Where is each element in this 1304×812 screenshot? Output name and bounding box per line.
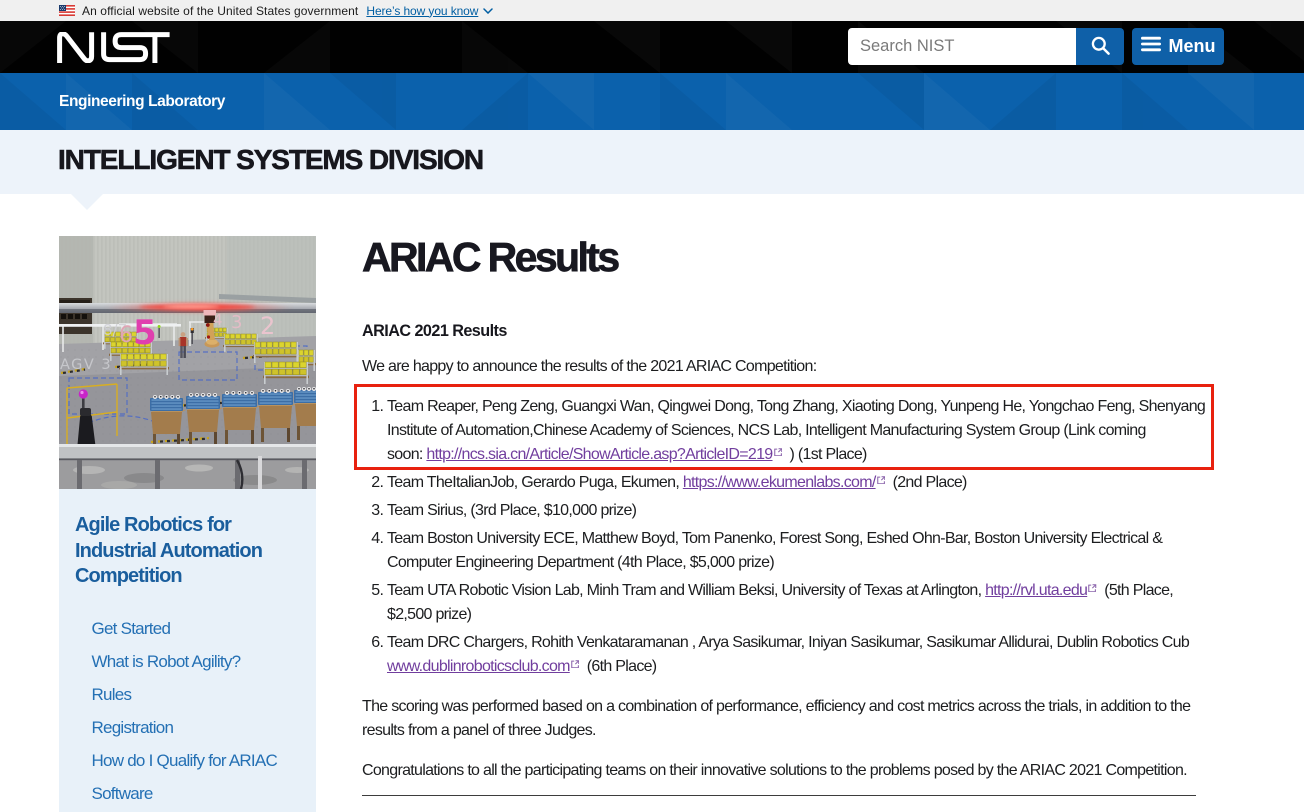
division-notch xyxy=(71,194,103,210)
result-item-2: Team TheItalianJob, Gerardo Puga, Ekumen… xyxy=(387,471,1207,495)
svg-text:2: 2 xyxy=(260,312,275,340)
menu-label: Menu xyxy=(1169,36,1216,57)
search-box xyxy=(848,28,1124,65)
site-header: Menu xyxy=(0,21,1304,73)
external-link-icon xyxy=(773,446,783,463)
banner-text: An official website of the United States… xyxy=(82,4,358,18)
section-heading: ARIAC 2021 Results xyxy=(362,322,1207,341)
hamburger-icon xyxy=(1141,36,1161,57)
result-item-5: Team UTA Robotic Vision Lab, Minh Tram a… xyxy=(387,579,1207,627)
result-item-4: Team Boston University ECE, Matthew Boyd… xyxy=(387,527,1207,575)
result-link[interactable]: http://ncs.sia.cn/Article/ShowArticle.as… xyxy=(426,446,772,463)
sidebar-link-2[interactable]: Rules xyxy=(92,685,132,704)
external-link-icon xyxy=(876,474,886,491)
svg-text:5: 5 xyxy=(133,313,157,353)
svg-text:6: 6 xyxy=(119,323,133,348)
sidebar-link-1[interactable]: What is Robot Agility? xyxy=(92,652,241,671)
sidebar-item: Software xyxy=(92,784,307,804)
result-text: Team TheItalianJob, Gerardo Puga, Ekumen… xyxy=(387,474,683,491)
result-text: ) (1st Place) xyxy=(782,446,867,463)
bottom-rule xyxy=(362,795,1196,796)
result-text: Team Sirius, (3rd Place, $10,000 prize) xyxy=(387,502,636,519)
main-column: ARIAC Results ARIAC 2021 Results We are … xyxy=(362,194,1207,796)
sidebar-item: How do I Qualify for ARIAC xyxy=(92,751,307,771)
sidebar: AGV 3 xyxy=(59,236,316,812)
sidebar-item: Rules xyxy=(92,685,307,705)
result-text: Team Boston University ECE, Matthew Boyd… xyxy=(387,530,1162,571)
sidebar-link-0[interactable]: Get Started xyxy=(92,619,171,638)
sidebar-link-3[interactable]: Registration xyxy=(92,718,174,737)
sidebar-item: Registration xyxy=(92,718,307,738)
nist-logo[interactable] xyxy=(57,32,170,68)
svg-text:3: 3 xyxy=(231,312,242,333)
division-band: INTELLIGENT SYSTEMS DIVISION xyxy=(0,130,1304,194)
sim-wall xyxy=(59,236,316,351)
menu-button[interactable]: Menu xyxy=(1132,28,1224,65)
result-text: Team DRC Chargers, Rohith Venkataramanan… xyxy=(387,634,1189,651)
division-title: INTELLIGENT SYSTEMS DIVISION xyxy=(58,144,483,176)
header-actions: Menu xyxy=(848,28,1224,65)
result-link[interactable]: www.dublinroboticsclub.com xyxy=(387,658,570,675)
sidebar-panel: Agile Robotics for Industrial Automation… xyxy=(59,489,316,812)
result-text: (6th Place) xyxy=(579,658,656,675)
sim-floor-text: AGV 3 xyxy=(60,357,112,373)
scoring-paragraph: The scoring was performed based on a com… xyxy=(362,695,1207,743)
congrats-paragraph: Congratulations to all the participating… xyxy=(362,759,1207,783)
sidebar-link-5[interactable]: Software xyxy=(92,784,153,803)
search-button[interactable] xyxy=(1076,28,1124,65)
lab-band-link[interactable]: Engineering Laboratory xyxy=(59,93,225,111)
chevron-down-icon[interactable] xyxy=(483,8,493,14)
external-link-icon xyxy=(1087,582,1097,599)
intro-paragraph: We are happy to announce the results of … xyxy=(362,355,1207,379)
sidebar-item: What is Robot Agility? xyxy=(92,652,307,672)
search-input[interactable] xyxy=(848,28,1076,65)
external-link-icon xyxy=(570,658,580,675)
heres-how-link[interactable]: Here’s how you know xyxy=(366,4,478,18)
lab-band: Engineering Laboratory xyxy=(0,73,1304,130)
sidebar-link-4[interactable]: How do I Qualify for ARIAC xyxy=(92,751,278,770)
result-link[interactable]: http://rvl.uta.edu xyxy=(985,582,1087,599)
result-item-6: Team DRC Chargers, Rohith Venkataramanan… xyxy=(387,631,1207,679)
result-item-1: Team Reaper, Peng Zeng, Guangxi Wan, Qin… xyxy=(387,395,1207,467)
sidebar-item: Get Started xyxy=(92,619,307,639)
sidebar-nav: Get Started What is Robot Agility? Rules Re… xyxy=(75,619,306,804)
result-text: Team UTA Robotic Vision Lab, Minh Tram a… xyxy=(387,582,985,599)
page: An official website of the United States… xyxy=(0,0,1304,812)
ariac-simulation-image: AGV 3 xyxy=(59,236,316,489)
svg-text:4: 4 xyxy=(213,311,223,329)
page-title: ARIAC Results xyxy=(362,234,1207,281)
sim-conveyor xyxy=(59,444,316,489)
result-text: (2nd Place) xyxy=(885,474,967,491)
result-link[interactable]: https://www.ekumenlabs.com/ xyxy=(683,474,876,491)
results-list: Team Reaper, Peng Zeng, Guangxi Wan, Qin… xyxy=(362,395,1207,679)
search-icon xyxy=(1090,35,1111,59)
official-banner: An official website of the United States… xyxy=(0,0,1304,21)
result-item-3: Team Sirius, (3rd Place, $10,000 prize) xyxy=(387,499,1207,523)
sidebar-title: Agile Robotics for Industrial Automation… xyxy=(75,513,306,590)
us-flag-icon xyxy=(59,5,75,16)
